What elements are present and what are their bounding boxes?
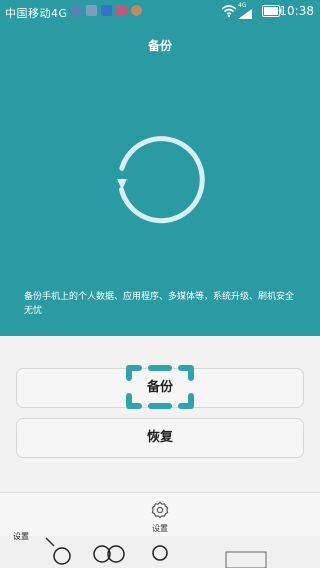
- settings-tab[interactable]: 设置: [130, 493, 190, 537]
- notification-icon-3: [101, 5, 112, 16]
- backup-description: 备份手机上的个人数据、应用程序、多媒体等，系统升级、刷机安全无忧: [24, 292, 295, 316]
- backup-header: 备份 备份手机上的个人数据、应用程序、多媒体等，系统升级、刷机安全无忧: [0, 24, 320, 336]
- refresh-icon: [117, 136, 205, 224]
- cellular-signal-icon: [238, 9, 252, 19]
- wifi-icon: [221, 5, 237, 18]
- notification-icon-4: [116, 5, 127, 16]
- bottom-toolbar: 设置: [0, 492, 320, 537]
- focus-bracket-marker: [126, 365, 194, 409]
- settings-tab-label: 设置: [152, 524, 168, 533]
- restore-button[interactable]: 恢复: [16, 418, 304, 458]
- status-bar: 中国移动4G 4G 10:38: [0, 0, 320, 24]
- status-time: 10:38: [279, 4, 314, 18]
- restore-button-label: 恢复: [146, 430, 173, 445]
- notification-icon-5: [131, 5, 142, 16]
- system-nav-overlay: [0, 536, 320, 568]
- gear-icon: [151, 501, 169, 519]
- network-type-label: 4G: [238, 2, 247, 9]
- corner-settings-label: 设置: [13, 532, 29, 541]
- carrier-label: 中国移动4G: [5, 7, 68, 20]
- notification-icon-1: [71, 5, 82, 16]
- notification-icon-2: [86, 5, 97, 16]
- stylus-mark-icon: [45, 537, 267, 568]
- page-title: 备份: [147, 39, 172, 53]
